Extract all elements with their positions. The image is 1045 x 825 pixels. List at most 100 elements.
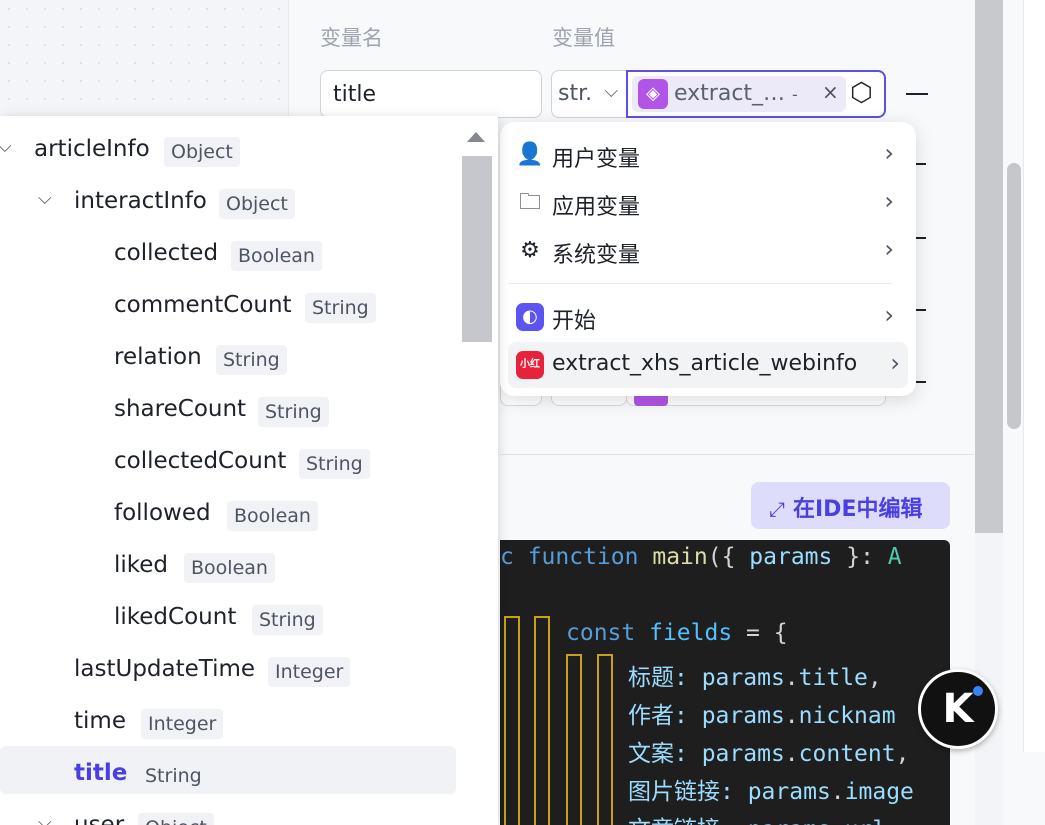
- tree-node-commentcount[interactable]: commentCount String: [0, 278, 456, 326]
- notification-dot: [973, 686, 983, 696]
- indent-guide: [566, 654, 582, 825]
- reference-chip-label: extract_… -: [674, 81, 798, 106]
- variable-reference-icon[interactable]: ⬡: [850, 78, 873, 108]
- menu-item-label: 开始: [552, 309, 597, 334]
- tree-node-user[interactable]: ⌵ user Object: [0, 798, 456, 825]
- type-badge: String: [216, 345, 287, 375]
- tree-node-label: interactInfo: [74, 188, 207, 214]
- panel-gutter: [975, 0, 1003, 533]
- type-badge: Boolean: [231, 241, 322, 271]
- cube-icon: ◈: [638, 79, 668, 109]
- type-badge: Integer: [268, 657, 351, 687]
- indent-guide: [534, 616, 550, 825]
- tree-node-label: time: [74, 708, 126, 734]
- tree-scrollbar[interactable]: [458, 116, 498, 825]
- page-scrollbar-track: [1023, 0, 1045, 752]
- tree-node-label: lastUpdateTime: [74, 656, 256, 682]
- code-line: 文章链接: params.url: [628, 810, 886, 825]
- menu-item-extract-xhs-node[interactable]: 小红书 extract_xhs_article_webinfo ›: [508, 342, 908, 398]
- close-icon[interactable]: ×: [822, 80, 839, 104]
- code-editor[interactable]: c function main({ params }: A const fiel…: [500, 540, 950, 825]
- xiaohongshu-icon: 小红书: [516, 351, 544, 398]
- chevron-down-icon: ⌵: [604, 81, 618, 102]
- variable-value-field[interactable]: ◈ extract_… - × ⬡: [626, 70, 886, 118]
- chevron-right-icon: ›: [890, 349, 900, 377]
- remove-row-button[interactable]: [916, 237, 926, 239]
- menu-item-label: extract_xhs_article_webinfo: [552, 351, 858, 376]
- tree-node-label: shareCount: [114, 396, 247, 422]
- tree-node-title[interactable]: title String: [0, 746, 456, 794]
- type-badge: Integer: [141, 709, 224, 739]
- code-line: const fields = {: [566, 620, 788, 646]
- code-line: c function main({ params }: A: [500, 544, 902, 570]
- menu-item-app-variables[interactable]: 🗀 应用变量 ›: [508, 180, 908, 226]
- type-select[interactable]: str. ⌵: [551, 70, 627, 118]
- tree-node-label: collectedCount: [114, 448, 287, 474]
- right-scroll-strip: [1003, 0, 1045, 825]
- type-badge: String: [305, 293, 376, 323]
- type-badge: Object: [164, 137, 240, 167]
- page-scrollbar-thumb[interactable]: [1007, 163, 1021, 429]
- tree-node-likedcount[interactable]: likedCount String: [0, 590, 456, 638]
- type-badge: String: [299, 449, 370, 479]
- tree-node-interactinfo[interactable]: ⌵ interactInfo Object: [0, 174, 456, 222]
- indent-guide: [504, 616, 520, 825]
- tree-node-sharecount[interactable]: shareCount String: [0, 382, 456, 430]
- tree-node-label: title: [74, 760, 128, 786]
- chevron-right-icon: ›: [884, 139, 894, 167]
- column-header-name: 变量名: [320, 26, 383, 50]
- tree-node-label: followed: [114, 500, 211, 526]
- tree-node-liked[interactable]: liked Boolean: [0, 538, 456, 586]
- tree-node-relation[interactable]: relation String: [0, 330, 456, 378]
- chevron-right-icon: ›: [884, 235, 894, 263]
- tree-node-collectedcount[interactable]: collectedCount String: [0, 434, 456, 482]
- remove-row-button[interactable]: [906, 93, 928, 95]
- tree-scrollbar-thumb[interactable]: [462, 156, 492, 342]
- tree-node-lastupdatetime[interactable]: lastUpdateTime Integer: [0, 642, 456, 690]
- remove-row-button[interactable]: [916, 163, 926, 165]
- menu-divider: [508, 283, 892, 284]
- menu-item-label: 应用变量: [552, 195, 641, 220]
- column-header-value: 变量值: [552, 26, 615, 50]
- type-badge: String: [258, 397, 329, 427]
- indent-guide: [597, 654, 613, 825]
- type-badge: String: [138, 761, 209, 791]
- start-node-icon: ◐: [516, 303, 544, 331]
- chevron-down-icon: ⌵: [38, 812, 52, 825]
- variable-name-input[interactable]: title: [320, 70, 542, 118]
- expand-icon: ⤢: [769, 497, 785, 521]
- tree-node-label: commentCount: [114, 292, 292, 318]
- gear-icon: ⚙: [520, 238, 540, 263]
- chevron-right-icon: ›: [884, 187, 894, 215]
- section-divider: [500, 454, 974, 455]
- type-select-value: str.: [558, 81, 593, 106]
- tree-node-label: liked: [114, 552, 169, 578]
- type-badge: Boolean: [227, 501, 318, 531]
- tree-node-followed[interactable]: followed Boolean: [0, 486, 456, 534]
- chevron-right-icon: ›: [884, 301, 894, 329]
- tree-node-label: likedCount: [114, 604, 237, 630]
- code-line: 文案: params.content,: [628, 741, 910, 767]
- tree-node-articleinfo[interactable]: ⌵ articleInfo Object: [0, 122, 456, 170]
- tree-node-label: relation: [114, 344, 202, 370]
- remove-row-button[interactable]: [916, 309, 926, 311]
- tree-node-collected[interactable]: collected Boolean: [0, 226, 456, 274]
- remove-row-button[interactable]: [916, 381, 926, 383]
- menu-item-system-variables[interactable]: ⚙ 系统变量 ›: [508, 228, 908, 274]
- tree-node-time[interactable]: time Integer: [0, 694, 456, 742]
- type-badge: Object: [138, 813, 214, 825]
- edit-in-ide-button[interactable]: ⤢ 在IDE中编辑: [751, 482, 950, 529]
- folder-icon: 🗀: [518, 190, 541, 215]
- assistant-fab-button[interactable]: K: [918, 669, 998, 749]
- type-badge: Boolean: [184, 553, 275, 583]
- scroll-up-arrow-icon[interactable]: [467, 132, 485, 142]
- tree-node-label: user: [74, 812, 125, 825]
- code-line: 标题: params.title,: [628, 665, 882, 691]
- reference-chip[interactable]: ◈ extract_… - ×: [632, 76, 846, 112]
- menu-item-start-node[interactable]: ◐ 开始 ›: [508, 294, 908, 340]
- menu-item-user-variables[interactable]: 👤 用户变量 ›: [508, 132, 908, 178]
- menu-item-label: 用户变量: [552, 147, 641, 172]
- tree-node-label: articleInfo: [34, 136, 150, 162]
- chevron-down-icon: ⌵: [0, 136, 12, 157]
- code-line: 作者: params.nicknam: [628, 703, 896, 729]
